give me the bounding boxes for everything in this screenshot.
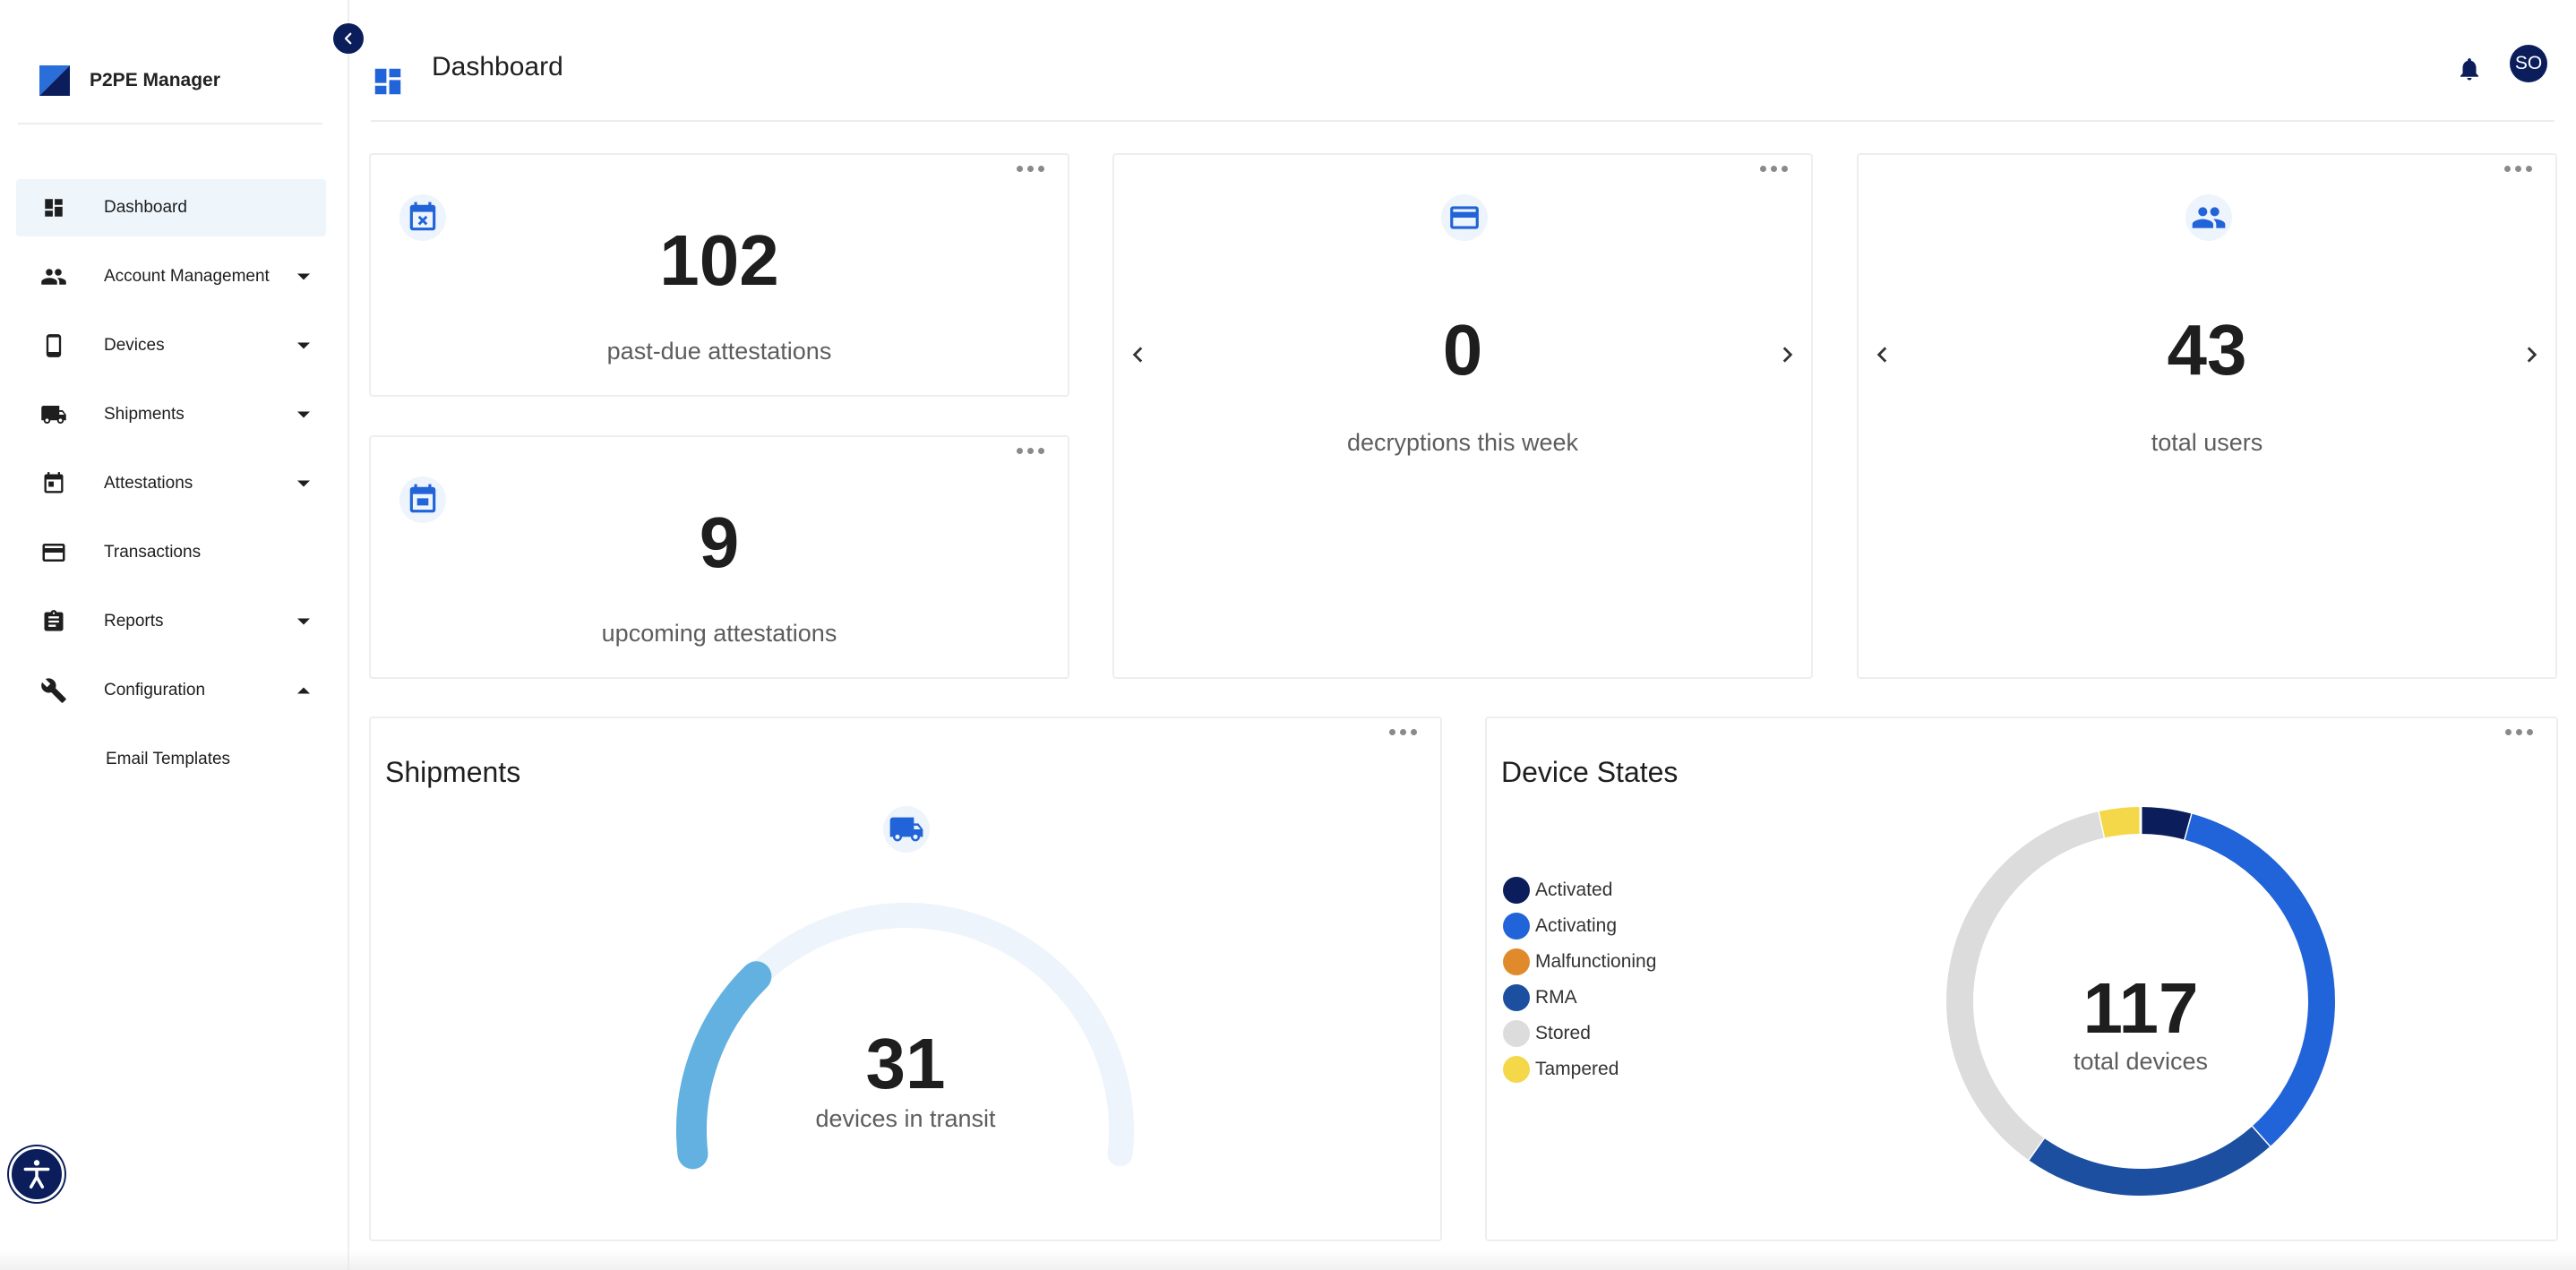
card-title: Shipments [385, 756, 521, 788]
sidebar-item-label: Attestations [104, 474, 193, 493]
legend-item[interactable]: Malfunctioning [1503, 944, 1656, 980]
gauge-label: devices in transit [815, 1105, 996, 1132]
dashboard-icon [374, 68, 401, 95]
clipboard-icon [39, 607, 68, 636]
legend-item[interactable]: Activating [1503, 908, 1656, 944]
legend-item[interactable]: Activated [1503, 872, 1656, 908]
accessibility-button[interactable] [9, 1146, 64, 1202]
donut-slice-rma[interactable] [2028, 1126, 2270, 1196]
card-menu-button[interactable] [1760, 166, 1788, 172]
wrench-icon [39, 676, 68, 705]
sidebar-item-configuration[interactable]: Configuration [16, 662, 326, 719]
legend-label: Activating [1535, 915, 1618, 936]
donut-total: 117 [2082, 968, 2199, 1048]
past-due-attestations-card: 102 past-due attestations [369, 153, 1069, 397]
chevron-up-icon[interactable] [297, 687, 310, 694]
accessibility-icon [23, 1160, 50, 1188]
chevron-left-icon [344, 32, 352, 45]
sidebar-item-label: Transactions [104, 543, 202, 562]
sidebar-subitem-email-templates[interactable]: Email Templates [16, 731, 326, 788]
sidebar-item-account-management[interactable]: Account Management [16, 248, 326, 305]
stat-label: past-due attestations [606, 338, 832, 365]
legend-swatch [1503, 1056, 1530, 1083]
sidebar-item-label: Configuration [104, 681, 206, 699]
page-bottom-shadow [0, 1250, 2576, 1270]
stat-value: 102 [659, 220, 779, 300]
stat-value: 9 [699, 502, 740, 582]
legend-item[interactable]: Tampered [1503, 1051, 1656, 1087]
chevron-down-icon[interactable] [297, 411, 310, 418]
card-menu-button[interactable] [2505, 729, 2533, 735]
credit-card-icon [39, 538, 68, 567]
card-menu-button[interactable] [2504, 166, 2532, 172]
legend-swatch [1503, 1020, 1530, 1047]
truck-icon [883, 806, 930, 853]
donut-slice-tampered[interactable] [2099, 807, 2142, 838]
sidebar-item-attestations[interactable]: Attestations [16, 455, 326, 512]
avatar[interactable]: SO [2510, 45, 2547, 82]
legend-label: Malfunctioning [1535, 951, 1657, 972]
legend-swatch [1503, 984, 1530, 1011]
credit-card-icon [1441, 194, 1488, 241]
legend-label: RMA [1535, 987, 1577, 1008]
people-icon [39, 262, 68, 291]
device-states-card: Device States Activated Activating Malfunc… [1485, 717, 2558, 1241]
total-users-card: 43 total users [1857, 153, 2557, 679]
sidebar-item-label: Reports [104, 612, 164, 631]
legend-item[interactable]: RMA [1503, 980, 1656, 1016]
dashboard-icon [39, 193, 68, 222]
sidebar-subitem-label: Email Templates [106, 750, 231, 768]
card-menu-button[interactable] [1389, 729, 1417, 735]
card-title: Device States [1501, 756, 1679, 788]
sidebar-item-reports[interactable]: Reports [16, 593, 326, 650]
sidebar-item-label: Devices [104, 336, 165, 355]
legend-swatch [1503, 877, 1530, 904]
sidebar-item-label: Dashboard [104, 198, 187, 217]
legend-item[interactable]: Stored [1503, 1016, 1656, 1051]
decryptions-card: 0 decryptions this week [1112, 153, 1813, 679]
stat-label: decryptions this week [1346, 429, 1579, 456]
sidebar-divider [18, 123, 322, 124]
legend-label: Stored [1535, 1023, 1591, 1043]
sidebar-item-devices[interactable]: Devices [16, 317, 326, 374]
chevron-down-icon[interactable] [297, 618, 310, 625]
calendar-icon [39, 469, 68, 498]
people-icon [2185, 194, 2232, 241]
shipments-card: Shipments 31 devices in transit [369, 717, 1442, 1241]
stat-label: total users [2151, 429, 2263, 456]
sidebar: P2PE Manager Dashboard Account Managemen… [0, 0, 349, 1270]
chevron-down-icon[interactable] [297, 480, 310, 487]
bell-icon[interactable] [2456, 56, 2483, 82]
chevron-down-icon[interactable] [297, 342, 310, 349]
legend-label: Tampered [1535, 1059, 1619, 1079]
sidebar-item-label: Shipments [104, 405, 185, 424]
donut-slice-activated[interactable] [2140, 807, 2193, 840]
brand[interactable]: P2PE Manager [39, 64, 220, 97]
page-title: Dashboard [432, 52, 563, 82]
phone-icon [39, 331, 68, 360]
gauge-value: 31 [865, 1024, 946, 1103]
stat-label: upcoming attestations [601, 620, 837, 647]
upcoming-attestations-card: 9 upcoming attestations [369, 435, 1069, 679]
top-header: Dashboard SO [371, 36, 2555, 122]
p2pe-logo-icon [39, 65, 70, 96]
sidebar-collapse-button[interactable] [333, 23, 364, 54]
chart-legend: Activated Activating Malfunctioning RMA Stor… [1503, 872, 1656, 1087]
card-menu-button[interactable] [1017, 166, 1044, 172]
sidebar-nav: Dashboard Account Management Devices Shi… [16, 179, 326, 800]
card-menu-button[interactable] [1017, 448, 1044, 454]
app-name: P2PE Manager [90, 70, 220, 90]
stat-value: 0 [1442, 310, 1483, 390]
legend-label: Activated [1535, 880, 1613, 900]
chevron-down-icon[interactable] [297, 273, 310, 280]
legend-swatch [1503, 913, 1530, 940]
sidebar-item-dashboard[interactable]: Dashboard [16, 179, 326, 236]
truck-icon [39, 400, 68, 429]
donut-total-label: total devices [2073, 1048, 2209, 1075]
legend-swatch [1503, 948, 1530, 975]
sidebar-item-shipments[interactable]: Shipments [16, 386, 326, 443]
sidebar-item-transactions[interactable]: Transactions [16, 524, 326, 581]
stat-value: 43 [2167, 310, 2247, 390]
sidebar-item-label: Account Management [104, 267, 270, 286]
